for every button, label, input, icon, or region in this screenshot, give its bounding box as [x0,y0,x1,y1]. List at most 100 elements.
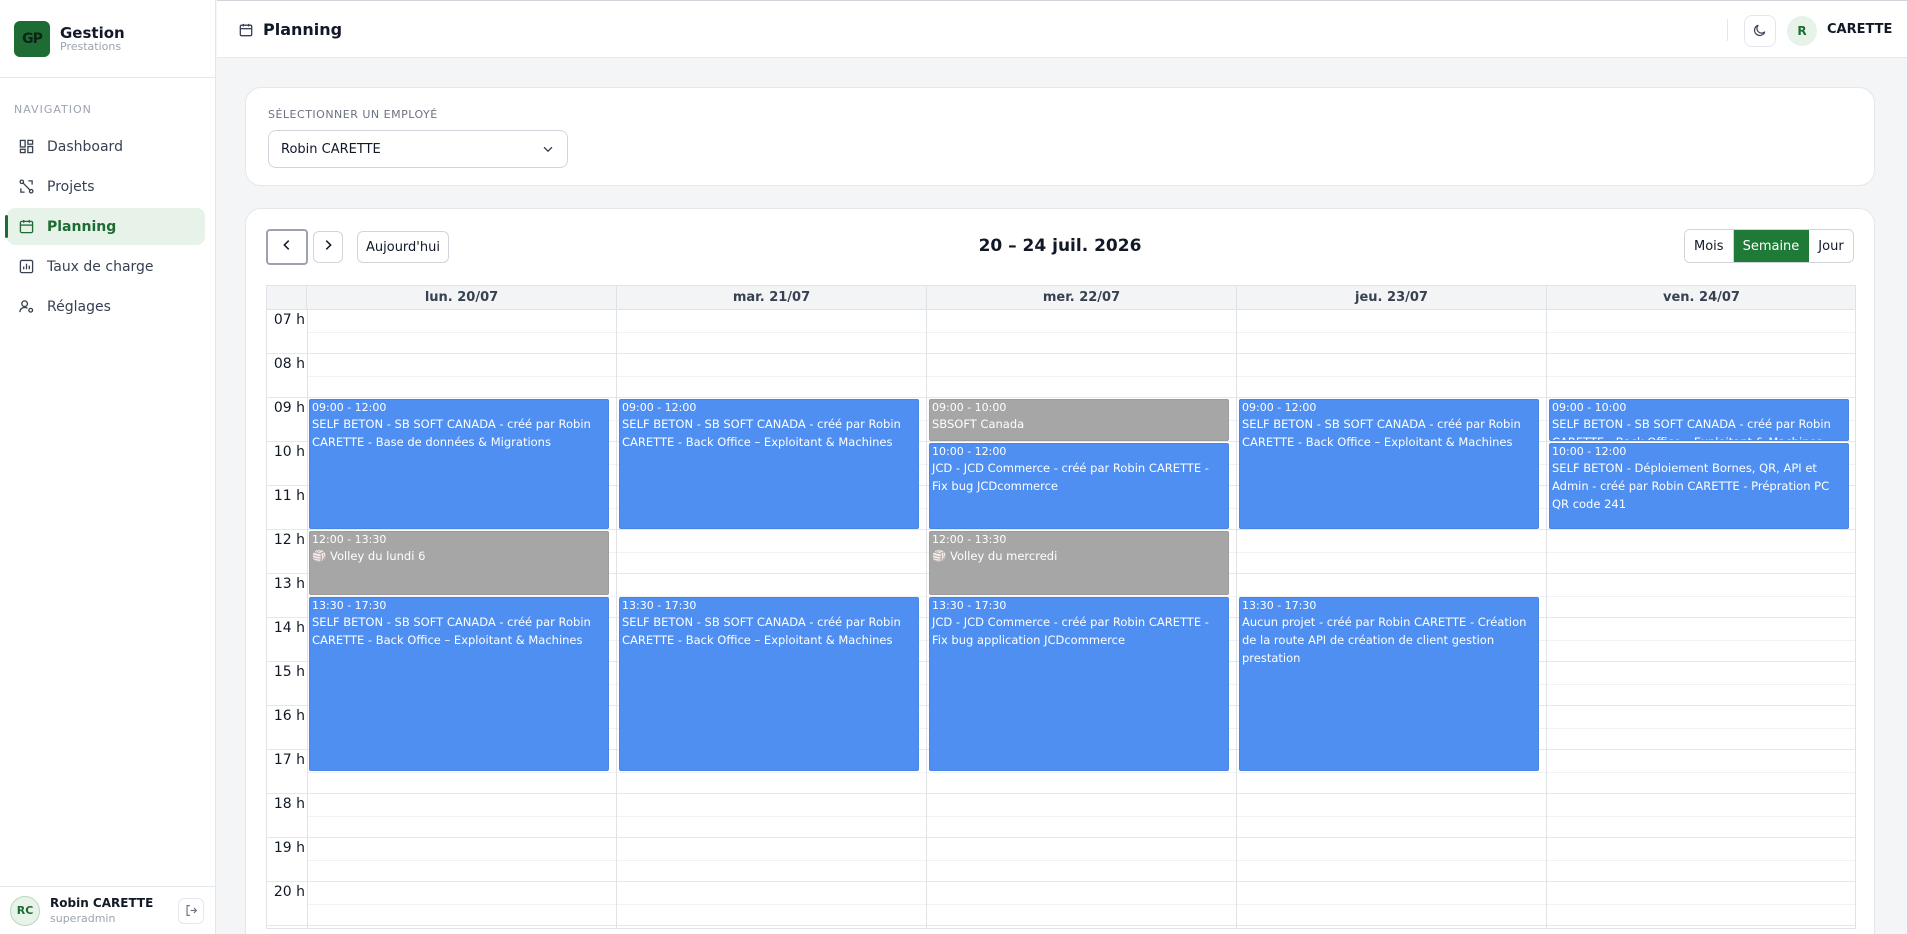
settings-icon [17,298,35,316]
dashboard-icon [17,138,35,156]
hour-label: 08 h [273,356,305,372]
sidebar: GP Gestion Prestations NAVIGATION Dashbo… [0,0,216,934]
event-time: 09:00 - 10:00 [932,401,1007,414]
hour-label: 20 h [273,884,305,900]
employee-selector-card: SÉLECTIONNER UN EMPLOYÉ Robin CARETTE [245,87,1875,186]
calendar-event[interactable]: 09:00 - 10:00 SELF BETON - SB SOFT CANADA… [1549,399,1849,441]
hour-label: 07 h [273,312,305,328]
event-time: 12:00 - 13:30 [312,533,387,546]
sidebar-item-label: Taux de charge [47,258,154,275]
sidebar-user: RC Robin CARETTE superadmin [0,886,216,934]
hour-label: 13 h [273,576,305,592]
event-title: SELF BETON - SB SOFT CANADA - créé par R… [312,615,591,647]
calendar-event[interactable]: 09:00 - 12:00 SELF BETON - SB SOFT CANADA… [1239,399,1539,529]
avatar: RC [10,895,40,926]
event-time: 13:30 - 17:30 [312,599,387,612]
header-user-name[interactable]: CARETTE [1827,22,1892,37]
employee-selected-value: Robin CARETTE [281,141,381,157]
hour-label: 10 h [273,444,305,460]
event-title: Aucun projet - créé par Robin CARETTE - … [1242,615,1527,665]
event-time: 09:00 - 12:00 [622,401,697,414]
sidebar-item-dashboard[interactable]: Dashboard [7,128,205,165]
brand-title: Gestion [60,23,125,42]
sidebar-item-label: Réglages [47,298,111,315]
theme-toggle-button[interactable] [1744,15,1776,47]
calendar-event[interactable]: 12:00 - 13:30 🏐 Volley du mercredi [929,531,1229,595]
event-time: 09:00 - 12:00 [1242,401,1317,414]
view-day-button[interactable]: Jour [1809,230,1853,262]
moon-icon [1753,22,1767,41]
sidebar-item-taux-de-charge[interactable]: Taux de charge [7,248,205,285]
sidebar-nav: Dashboard Projets Planning Taux de charg… [5,128,205,328]
event-title: 🏐 Volley du lundi 6 [312,549,426,563]
event-time: 10:00 - 12:00 [932,445,1007,458]
header-divider [1727,19,1728,41]
calendar-event[interactable]: 13:30 - 17:30 SELF BETON - SB SOFT CANADA… [619,597,919,771]
hour-label: 16 h [273,708,305,724]
sidebar-item-label: Dashboard [47,138,123,155]
hour-label: 18 h [273,796,305,812]
sidebar-item-planning[interactable]: Planning [5,208,205,245]
nav-section-label: NAVIGATION [14,103,92,116]
page-title-text: Planning [263,20,343,39]
event-time: 09:00 - 12:00 [312,401,387,414]
calendar-event[interactable]: 09:00 - 12:00 SELF BETON - SB SOFT CANADA… [309,399,609,529]
hour-label: 14 h [273,620,305,636]
event-title: SELF BETON - SB SOFT CANADA - créé par R… [312,417,591,449]
app-logo: GP [14,20,50,57]
calendar-card: Aujourd'hui 20 – 24 juil. 2026 Mois Sema… [245,208,1875,934]
sidebar-item-reglages[interactable]: Réglages [7,288,205,325]
hour-label: 12 h [273,532,305,548]
event-time: 09:00 - 10:00 [1552,401,1627,414]
hour-label: 11 h [273,488,305,504]
sidebar-item-label: Projets [47,178,95,195]
view-switcher: Mois Semaine Jour [1684,229,1854,263]
day-header[interactable]: lun. 20/07 [307,286,617,310]
view-week-button[interactable]: Semaine [1733,230,1810,262]
hour-label: 17 h [273,752,305,768]
event-time: 13:30 - 17:30 [1242,599,1317,612]
event-title: SBSOFT Canada [932,417,1025,431]
sidebar-item-label: Planning [47,218,117,235]
calendar-event[interactable]: 13:30 - 17:30 SELF BETON - SB SOFT CANADA… [309,597,609,771]
event-title: JCD - JCD Commerce - créé par Robin CARE… [932,461,1209,493]
header-avatar[interactable]: R [1787,16,1817,46]
calendar-icon [239,23,253,36]
day-header[interactable]: mar. 21/07 [617,286,927,310]
day-header[interactable]: ven. 24/07 [1547,286,1855,310]
calendar-icon [17,218,35,236]
calendar-event[interactable]: 12:00 - 13:30 🏐 Volley du lundi 6 [309,531,609,595]
event-title: 🏐 Volley du mercredi [932,549,1058,563]
event-title: SELF BETON - SB SOFT CANADA - créé par R… [1242,417,1521,449]
date-range-title: 20 – 24 juil. 2026 [978,236,1142,256]
event-title: SELF BETON - SB SOFT CANADA - créé par R… [622,615,901,647]
calendar-event[interactable]: 09:00 - 12:00 SELF BETON - SB SOFT CANADA… [619,399,919,529]
employee-select[interactable]: Robin CARETTE [268,130,568,168]
day-header[interactable]: jeu. 23/07 [1237,286,1547,310]
logout-button[interactable] [178,898,204,924]
page-title: Planning [239,20,342,39]
employee-label: SÉLECTIONNER UN EMPLOYÉ [268,108,438,121]
projects-icon [17,178,35,196]
calendar-event[interactable]: 10:00 - 12:00 JCD - JCD Commerce - créé p… [929,443,1229,529]
brand: GP Gestion Prestations [0,0,215,78]
event-title: SELF BETON - SB SOFT CANADA - créé par R… [1552,417,1831,440]
calendar-event[interactable]: 13:30 - 17:30 JCD - JCD Commerce - créé p… [929,597,1229,771]
day-header[interactable]: mer. 22/07 [927,286,1237,310]
user-name: Robin CARETTE [50,896,154,910]
time-gutter-header [267,286,307,310]
brand-subtitle: Prestations [60,39,122,53]
view-month-button[interactable]: Mois [1685,230,1734,262]
hour-label: 19 h [273,840,305,856]
logout-icon [185,902,198,921]
calendar-event[interactable]: 09:00 - 10:00 SBSOFT Canada [929,399,1229,441]
calendar-event[interactable]: 10:00 - 12:00 SELF BETON - Déploiement Bo… [1549,443,1849,529]
sidebar-item-projets[interactable]: Projets [7,168,205,205]
event-time: 13:30 - 17:30 [622,599,697,612]
event-title: SELF BETON - SB SOFT CANADA - créé par R… [622,417,901,449]
calendar-event[interactable]: 13:30 - 17:30 Aucun projet - créé par Rob… [1239,597,1539,771]
event-time: 13:30 - 17:30 [932,599,1007,612]
user-role: superadmin [50,912,116,925]
top-header: Planning R CARETTE [217,0,1907,58]
chart-icon [17,258,35,276]
